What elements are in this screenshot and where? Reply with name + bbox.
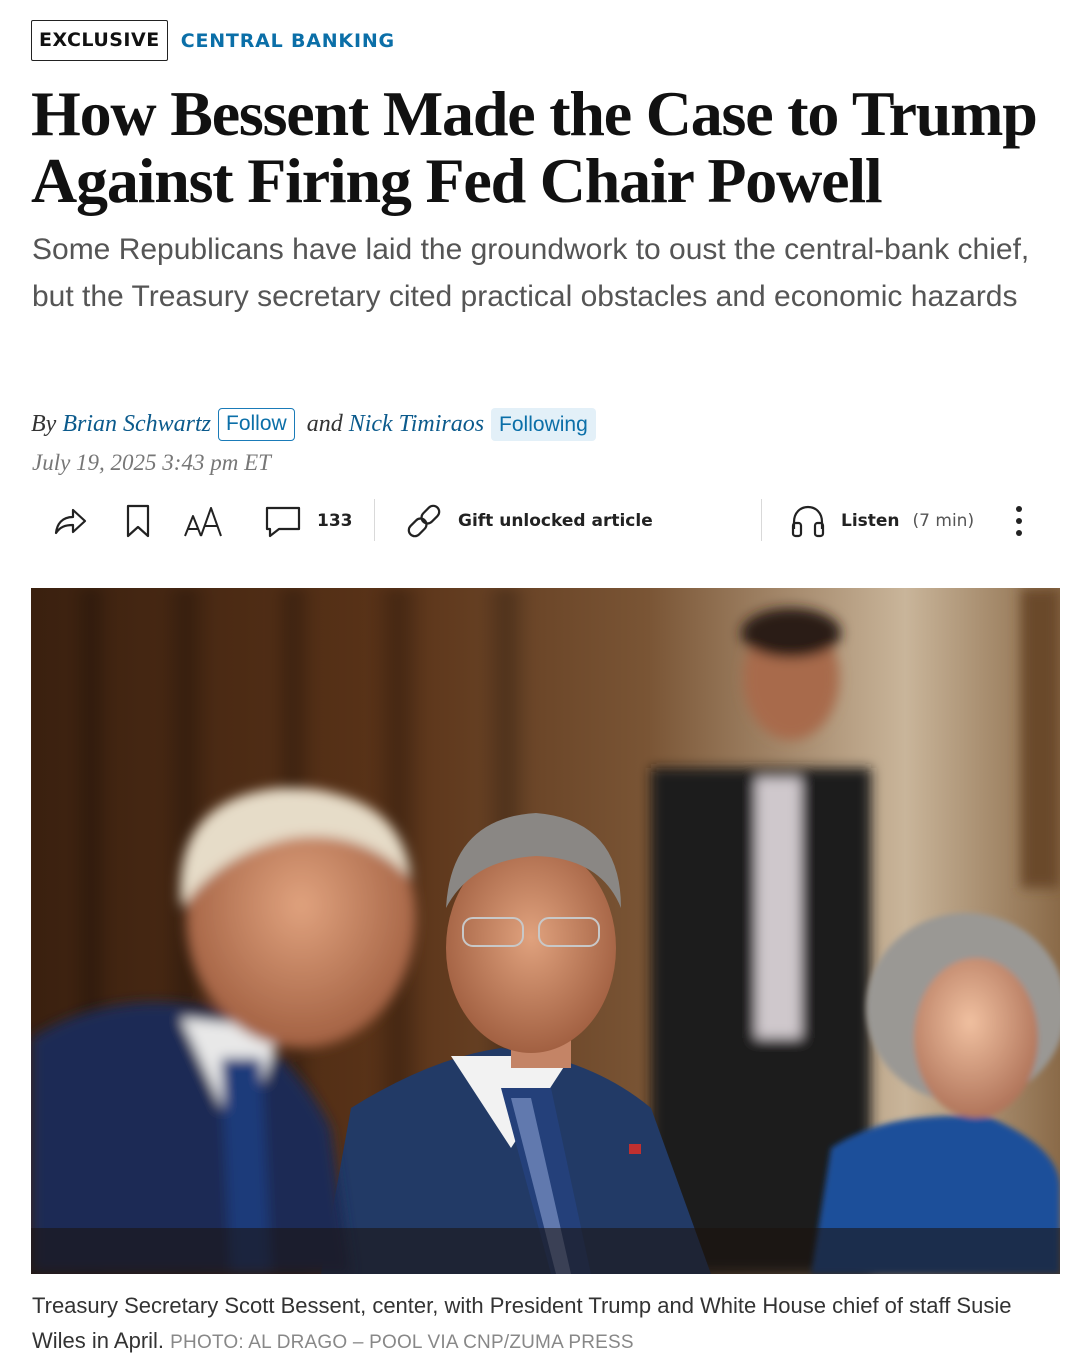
comment-count: 133: [317, 511, 353, 531]
toolbar-divider: [761, 499, 762, 541]
gift-article-label: Gift unlocked article: [458, 511, 653, 531]
author-link-2[interactable]: Nick Timiraos: [349, 411, 484, 438]
article-dek: Some Republicans have laid the groundwor…: [32, 233, 1030, 313]
text-size-button[interactable]: [183, 497, 225, 545]
article-toolbar: 133 Gift unlocked article Listen (7 min): [31, 497, 1060, 545]
comments-button[interactable]: 133: [263, 497, 353, 545]
share-button[interactable]: [51, 497, 89, 545]
link-icon: [407, 504, 441, 538]
headline: How Bessent Made the Case to Trump Again…: [31, 78, 1038, 216]
share-arrow-icon: [54, 508, 87, 535]
listen-label: Listen: [841, 511, 900, 531]
photo-credit: PHOTO: AL DRAGO – POOL VIA CNP/ZUMA PRES…: [170, 1332, 634, 1353]
text-size-icon: [184, 507, 222, 537]
byline-by: By: [31, 411, 57, 437]
follow-button[interactable]: Follow: [218, 408, 295, 441]
bookmark-icon: [126, 504, 150, 538]
publish-date: July 19, 2025 3:43 pm ET: [32, 450, 271, 475]
more-options-button[interactable]: [1007, 497, 1031, 545]
toolbar-divider: [374, 499, 375, 541]
bookmark-button[interactable]: [123, 497, 153, 545]
lead-photo: [31, 588, 1060, 1274]
section-link[interactable]: CENTRAL BANKING: [181, 30, 395, 52]
listen-button[interactable]: Listen (7 min): [789, 497, 974, 545]
following-button[interactable]: Following: [491, 408, 596, 441]
listen-duration: (7 min): [912, 511, 975, 531]
photo-caption: Treasury Secretary Scott Bessent, center…: [32, 1288, 1062, 1360]
more-vertical-icon: [1016, 506, 1022, 536]
byline-and: and: [306, 411, 343, 437]
author-link-1[interactable]: Brian Schwartz: [62, 411, 211, 438]
gift-article-button[interactable]: Gift unlocked article: [404, 497, 653, 545]
article-flags: EXCLUSIVE CENTRAL BANKING: [31, 20, 395, 61]
headphones-icon: [791, 505, 825, 538]
exclusive-badge: EXCLUSIVE: [31, 20, 168, 61]
comment-icon: [265, 506, 301, 538]
byline: By Brian Schwartz Follow and Nick Timira…: [31, 408, 596, 441]
